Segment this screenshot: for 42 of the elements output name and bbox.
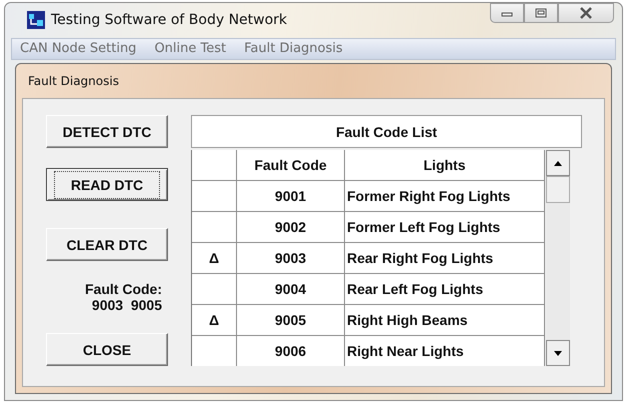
maximize-button[interactable] — [524, 3, 558, 23]
table-cell: 9004 — [237, 274, 344, 304]
table-title: Fault Code List — [191, 115, 582, 148]
table-cell: Rear Right Fog Lights — [345, 243, 544, 273]
table-cell: Right Near Lights — [345, 336, 544, 366]
restore-icon — [535, 8, 547, 18]
action-button[interactable]: CLOSE — [46, 333, 168, 366]
table-cell: 9006 — [237, 336, 344, 366]
action-button[interactable]: CLEAR DTC — [46, 228, 168, 261]
table-cell — [192, 181, 236, 211]
minimize-button[interactable] — [490, 3, 524, 23]
action-button[interactable]: DETECT DTC — [46, 115, 168, 148]
table-cell: Right High Beams — [345, 305, 544, 335]
table-header-cell: Lights — [345, 150, 544, 180]
child-window-title: Fault Diagnosis — [27, 73, 120, 90]
table-header-cell — [192, 150, 236, 180]
table-cell: Former Right Fog Lights — [345, 181, 544, 211]
marker-text: Δ — [208, 250, 220, 266]
menu-item[interactable]: Online Test — [154, 41, 226, 56]
scroll-thumb[interactable] — [546, 176, 570, 203]
table-cell: 9003 — [237, 243, 344, 273]
close-button[interactable] — [558, 3, 614, 23]
table-cell: Former Left Fog Lights — [345, 212, 544, 242]
marker-text: Δ — [208, 312, 220, 328]
app-icon — [27, 11, 45, 30]
scroll-up-button[interactable] — [546, 150, 570, 176]
window-title: Testing Software of Body Network — [51, 12, 288, 28]
fault-code-values: 9003 9005 — [92, 297, 162, 313]
scrollbar[interactable] — [546, 150, 570, 366]
down-arrow-icon — [554, 350, 562, 356]
action-button[interactable]: READ DTC — [46, 168, 168, 201]
table-cell: 9001 — [237, 181, 344, 211]
close-icon — [579, 7, 593, 19]
table-header-cell: Fault Code — [237, 150, 344, 180]
menu-item[interactable]: CAN Node Setting — [20, 41, 136, 56]
scroll-down-button[interactable] — [546, 340, 570, 366]
table-cell: 9002 — [237, 212, 344, 242]
up-arrow-icon — [554, 160, 562, 166]
menu-item[interactable]: Fault Diagnosis — [244, 41, 343, 56]
table-cell: Rear Left Fog Lights — [345, 274, 544, 304]
fault-code-label: Fault Code: — [85, 281, 162, 297]
table-cell: 9005 — [237, 305, 344, 335]
